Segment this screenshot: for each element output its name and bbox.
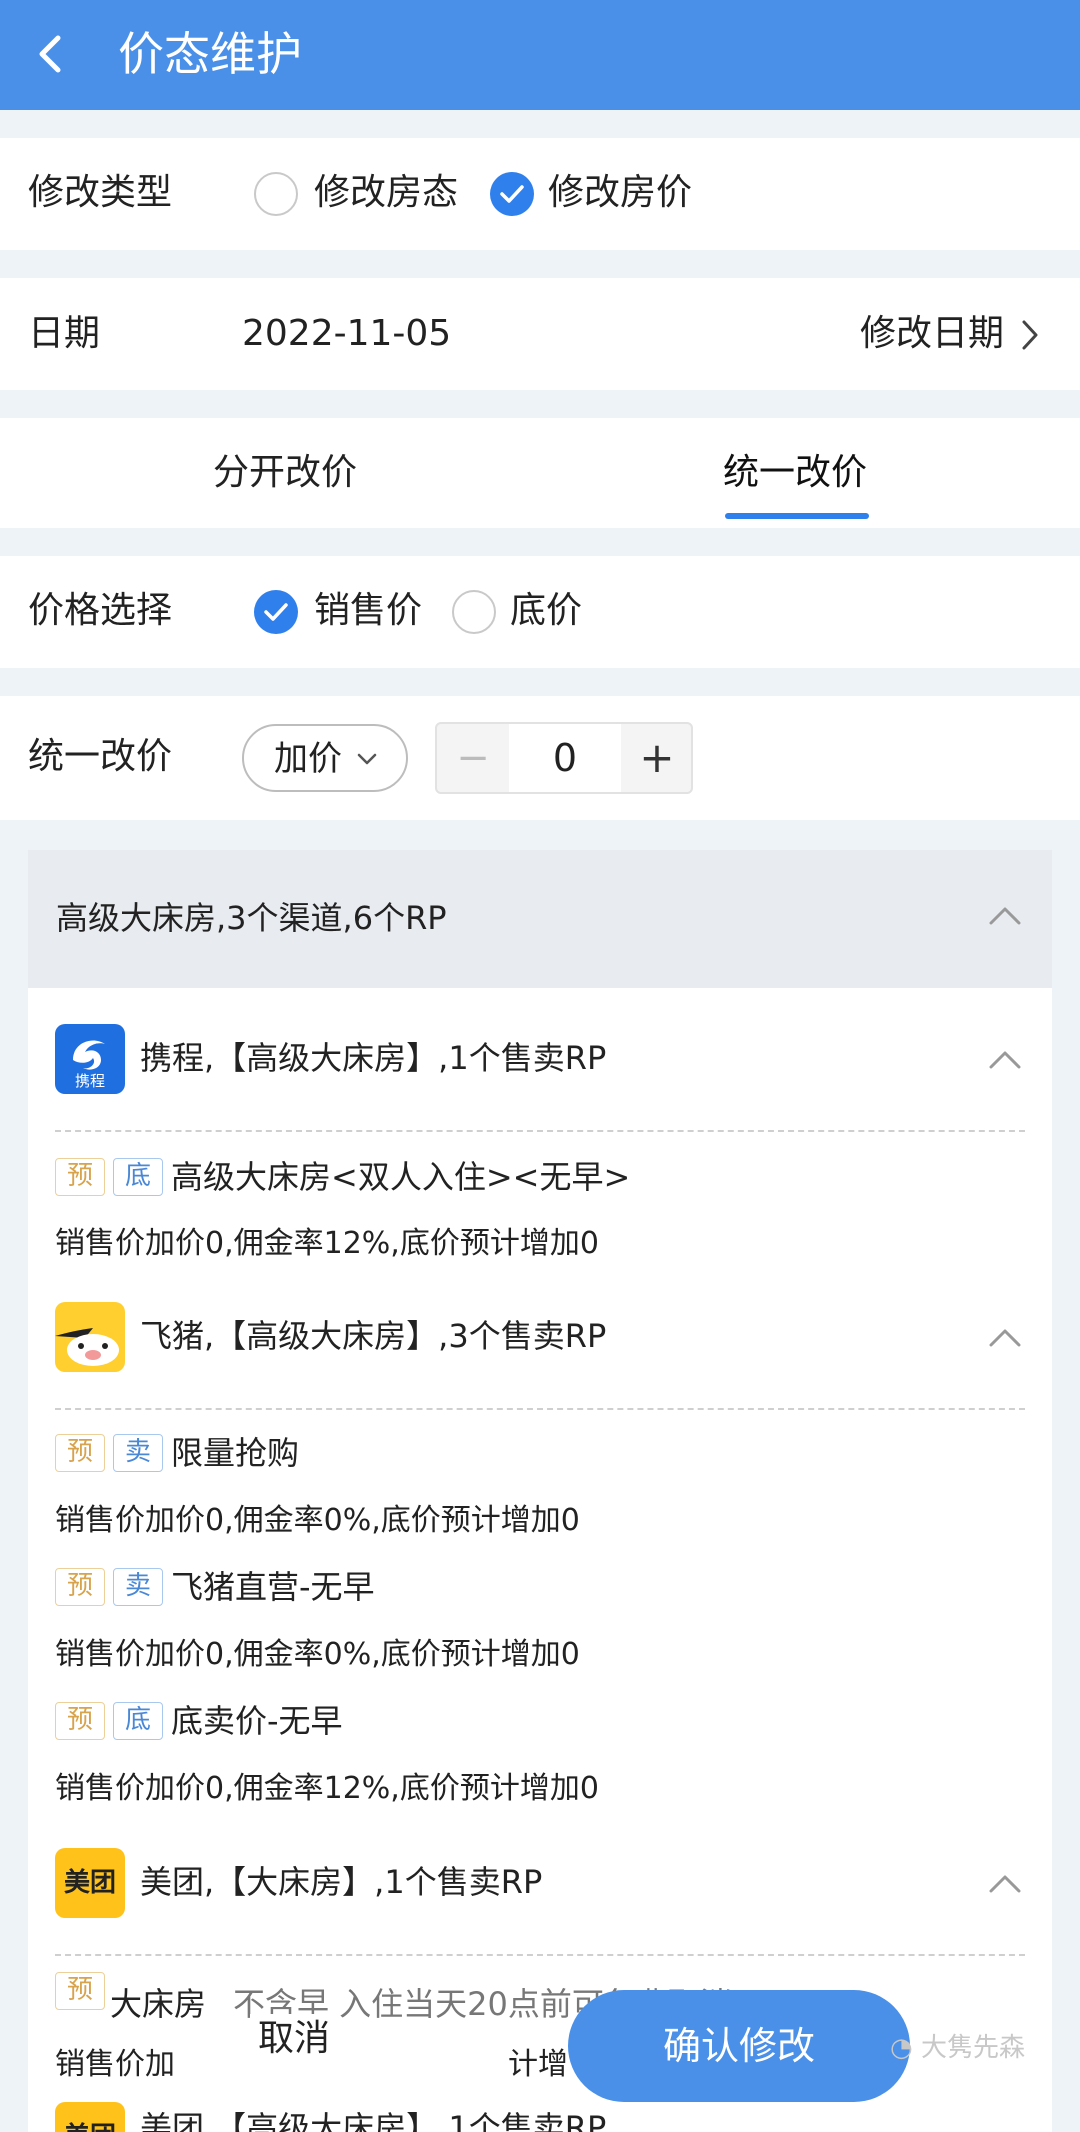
watermark-text: 大隽先森 [920,2033,1025,2063]
active-tab-indicator [725,513,869,519]
chevron-up-icon[interactable] [988,904,1022,926]
tag-base: 底 [113,1702,163,1740]
ctrip-logo: 携程 [55,1024,125,1094]
rp-desc: 销售价加价0,佣金率12%,底价预计增加0 [55,1771,599,1806]
back-arrow-icon[interactable] [24,26,80,82]
tag-base: 底 [113,1158,163,1196]
option-base-price-label[interactable]: 底价 [510,586,582,636]
tag-prepay: 预 [55,1158,105,1196]
divider [55,1130,1025,1132]
option-modify-status-label[interactable]: 修改房态 [314,168,458,218]
pig-icon [55,1328,119,1366]
increment-button[interactable]: + [621,724,693,792]
price-stepper: − 0 + [435,722,693,794]
tag-prepay: 预 [55,1702,105,1740]
tab-unified-price[interactable]: 统一改价 [680,418,910,528]
decrement-button[interactable]: − [437,724,509,792]
modify-type-row: 修改类型 修改房态 修改房价 [0,138,1080,250]
room-summary: 高级大床房,3个渠道,6个RP [56,899,447,937]
radio-sale-price[interactable] [254,590,298,634]
option-sale-price-label[interactable]: 销售价 [314,586,422,636]
divider [55,1954,1025,1956]
cancel-button[interactable]: 取消 [250,2014,339,2064]
price-select-label: 价格选择 [28,590,173,631]
channel-title-ctrip: 携程,【高级大床房】,1个售卖RP [140,1039,607,1077]
ctrip-logo-text: 携程 [74,1072,105,1090]
channel-title-meituan: 美团,【大床房】,1个售卖RP [140,1863,543,1901]
chevron-down-icon [357,753,377,765]
meituan-logo-text: 美团 [55,2119,125,2132]
price-mode-value: 加价 [274,739,342,779]
chevron-up-icon[interactable] [988,1872,1022,1894]
price-mode-tabs: 分开改价 统一改价 [0,418,1080,528]
change-date-link[interactable]: 修改日期 [860,309,1004,359]
rp-desc: 销售价加价0,佣金率0%,底价预计增加0 [55,1637,580,1672]
chevron-right-icon[interactable] [1018,318,1042,352]
date-row: 日期 2022-11-05 修改日期 [0,278,1080,390]
room-panel: 高级大床房,3个渠道,6个RP 携程 携程,【高级大床房】,1个售卖RP 预 底… [28,850,1052,2132]
radio-modify-status[interactable] [254,172,298,216]
tag-sell: 卖 [113,1434,163,1472]
fliggy-logo [55,1302,125,1372]
page-title: 价态维护 [118,27,302,81]
channel-title-fliggy: 飞猪,【高级大床房】,3个售卖RP [140,1317,607,1355]
watermark: ◔ 大隽先森 [890,2030,1025,2066]
modify-type-label: 修改类型 [28,172,173,213]
unified-price-label: 统一改价 [28,736,173,777]
room-summary-header[interactable]: 高级大床房,3个渠道,6个RP [28,850,1052,988]
chevron-up-icon[interactable] [988,1326,1022,1348]
rp-name: 底卖价-无早 [171,1702,343,1740]
check-icon [500,185,524,203]
price-mode-select[interactable]: 加价 [242,724,408,792]
stepper-value[interactable]: 0 [509,724,621,792]
option-modify-price-label[interactable]: 修改房价 [548,168,692,218]
rp-desc: 销售价加价0,佣金率12%,底价预计增加0 [55,1226,599,1261]
confirm-button[interactable]: 确认修改 [568,1990,910,2102]
rp-name: 高级大床房<双人入住><无早> [171,1158,631,1196]
date-value: 2022-11-05 [242,313,452,354]
radio-base-price[interactable] [452,590,496,634]
rp-desc: 销售价加价0,佣金率0%,底价预计增加0 [55,1503,580,1538]
chevron-up-icon[interactable] [988,1048,1022,1070]
check-icon [264,603,288,621]
tag-prepay: 预 [55,1434,105,1472]
tab-separate-price[interactable]: 分开改价 [170,418,400,528]
divider [55,1408,1025,1410]
top-bar: 价态维护 [0,0,1080,110]
meituan-logo: 美团 [55,1848,125,1918]
wechat-icon: ◔ [890,2033,913,2063]
tag-prepay: 预 [55,1568,105,1606]
price-select-row: 价格选择 销售价 底价 [0,556,1080,668]
tag-sell: 卖 [113,1568,163,1606]
date-label: 日期 [28,313,101,354]
radio-modify-price[interactable] [490,172,534,216]
meituan-logo-text: 美团 [63,1868,116,1898]
rp-name: 飞猪直营-无早 [171,1568,375,1606]
rp-name: 限量抢购 [171,1434,300,1472]
